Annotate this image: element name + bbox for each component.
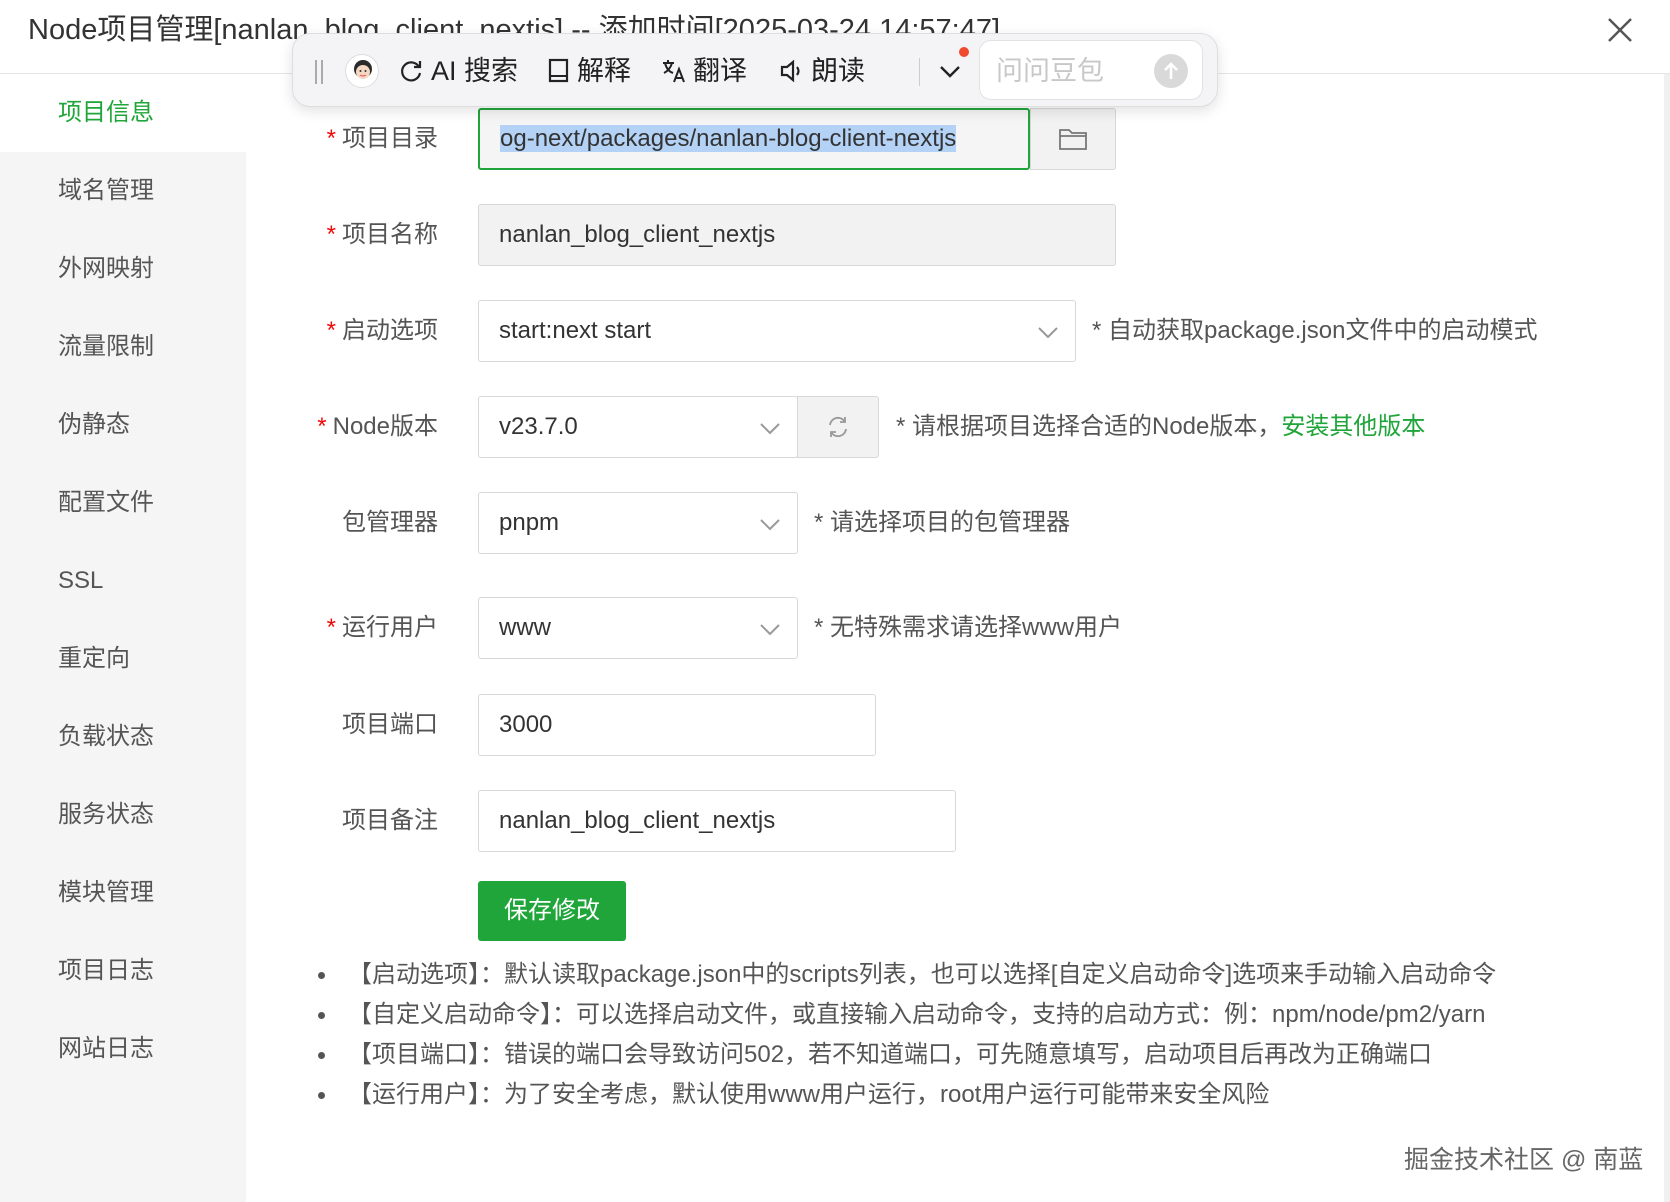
project-remark-input[interactable]: nanlan_blog_client_nextjs (478, 790, 956, 852)
close-button[interactable] (1600, 10, 1640, 50)
avatar[interactable] (345, 54, 379, 88)
node-version-select[interactable]: v23.7.0 (478, 396, 798, 458)
more-tools-button[interactable] (933, 54, 967, 88)
drag-handle-icon[interactable] (313, 58, 325, 86)
sidebar-item-traffic-limit[interactable]: 流量限制 (0, 308, 246, 386)
search-refresh-icon (401, 60, 422, 82)
install-other-version-link[interactable]: 安装其他版本 (1281, 413, 1425, 440)
start-option-select[interactable]: start:next start (478, 300, 1076, 362)
run-user-select[interactable]: www (478, 597, 798, 659)
sidebar-item-project-log[interactable]: 项目日志 (0, 932, 246, 1010)
bullet-icon (318, 972, 325, 979)
folder-icon (1059, 129, 1087, 150)
send-button[interactable] (1154, 54, 1188, 88)
sidebar-item-pseudo-static[interactable]: 伪静态 (0, 386, 246, 464)
package-manager-select[interactable]: pnpm (478, 492, 798, 554)
browse-folder-button[interactable] (1030, 108, 1116, 170)
chevron-down-icon (760, 423, 780, 435)
package-manager-label: 包管理器 (342, 509, 438, 536)
run-user-label: * 运行用户 (326, 614, 438, 641)
project-port-input[interactable]: 3000 (478, 694, 876, 756)
list-item: 【项目端口】：错误的端口会导致访问502，若不知道端口，可先随意填写，启动项目后… (318, 1035, 1618, 1075)
translate-button[interactable]: 翻译 (661, 52, 747, 90)
book-icon (548, 58, 569, 82)
sidebar-item-service-status[interactable]: 服务状态 (0, 776, 246, 854)
project-remark-label: 项目备注 (342, 807, 438, 834)
chevron-down-icon (1038, 327, 1058, 339)
notes-list: 【启动选项】：默认读取package.json中的scripts列表，也可以选择… (318, 955, 1618, 1115)
run-user-hint: * 无特殊需求请选择www用户 (814, 614, 1123, 641)
sidebar-item-domain[interactable]: 域名管理 (0, 152, 246, 230)
watermark: 掘金技术社区 @ 南蓝 (1404, 1146, 1644, 1174)
list-item: 【运行用户】：为了安全考虑，默认使用www用户运行，root用户运行可能带来安全… (318, 1075, 1618, 1115)
bullet-icon (318, 1092, 325, 1099)
refresh-icon (829, 416, 847, 438)
list-item: 【自定义启动命令】：可以选择启动文件，或直接输入启动命令，支持的启动方式：例：n… (318, 995, 1618, 1035)
toolbar-divider (919, 58, 920, 86)
project-port-label: 项目端口 (342, 711, 438, 738)
floating-toolbar: AI 搜索 解释 翻译 朗读 问问豆包 (292, 33, 1218, 107)
project-dir-label: * 项目目录 (326, 125, 438, 152)
ask-doubao-input[interactable]: 问问豆包 (979, 40, 1203, 100)
sidebar-item-ssl[interactable]: SSL (0, 542, 246, 620)
avatar-face-icon (354, 60, 372, 79)
ai-search-button[interactable]: AI 搜索 (399, 52, 518, 90)
project-dir-input[interactable]: og-next/packages/nanlan-blog-client-next… (478, 108, 1030, 170)
project-name-input[interactable]: nanlan_blog_client_nextjs (478, 204, 1116, 266)
bullet-icon (318, 1012, 325, 1019)
sidebar-item-config-file[interactable]: 配置文件 (0, 464, 246, 542)
package-manager-hint: * 请选择项目的包管理器 (814, 509, 1071, 536)
arrow-up-icon (1164, 62, 1178, 79)
bullet-icon (318, 1052, 325, 1059)
start-option-label: * 启动选项 (326, 317, 438, 344)
refresh-node-version-button[interactable] (797, 396, 879, 458)
node-version-label: * Node版本 (317, 413, 438, 440)
chevron-down-icon (760, 624, 780, 636)
speaker-icon (780, 59, 800, 83)
list-item: 【启动选项】：默认读取package.json中的scripts列表，也可以选择… (318, 955, 1618, 995)
sidebar-item-load-status[interactable]: 负载状态 (0, 698, 246, 776)
project-name-label: * 项目名称 (326, 221, 438, 248)
scrollbar[interactable] (1664, 74, 1670, 1202)
start-option-hint: * 自动获取package.json文件中的启动模式 (1092, 317, 1538, 344)
sidebar-item-module-mgmt[interactable]: 模块管理 (0, 854, 246, 932)
chevron-down-icon (940, 66, 960, 78)
explain-button[interactable]: 解释 (547, 52, 631, 90)
sidebar: 项目信息 域名管理 外网映射 流量限制 伪静态 配置文件 SSL 重定向 负载状… (0, 74, 246, 1202)
close-icon (1608, 18, 1632, 42)
translate-icon (663, 59, 685, 83)
node-version-hint: * 请根据项目选择合适的Node版本，安装其他版本 (896, 413, 1426, 440)
save-button[interactable]: 保存修改 (478, 881, 626, 941)
chevron-down-icon (760, 519, 780, 531)
notification-dot (959, 47, 969, 57)
sidebar-item-site-log[interactable]: 网站日志 (0, 1010, 246, 1088)
sidebar-item-project-info[interactable]: 项目信息 (0, 74, 246, 152)
read-aloud-button[interactable]: 朗读 (779, 52, 865, 90)
sidebar-item-redirect[interactable]: 重定向 (0, 620, 246, 698)
sidebar-item-external-mapping[interactable]: 外网映射 (0, 230, 246, 308)
